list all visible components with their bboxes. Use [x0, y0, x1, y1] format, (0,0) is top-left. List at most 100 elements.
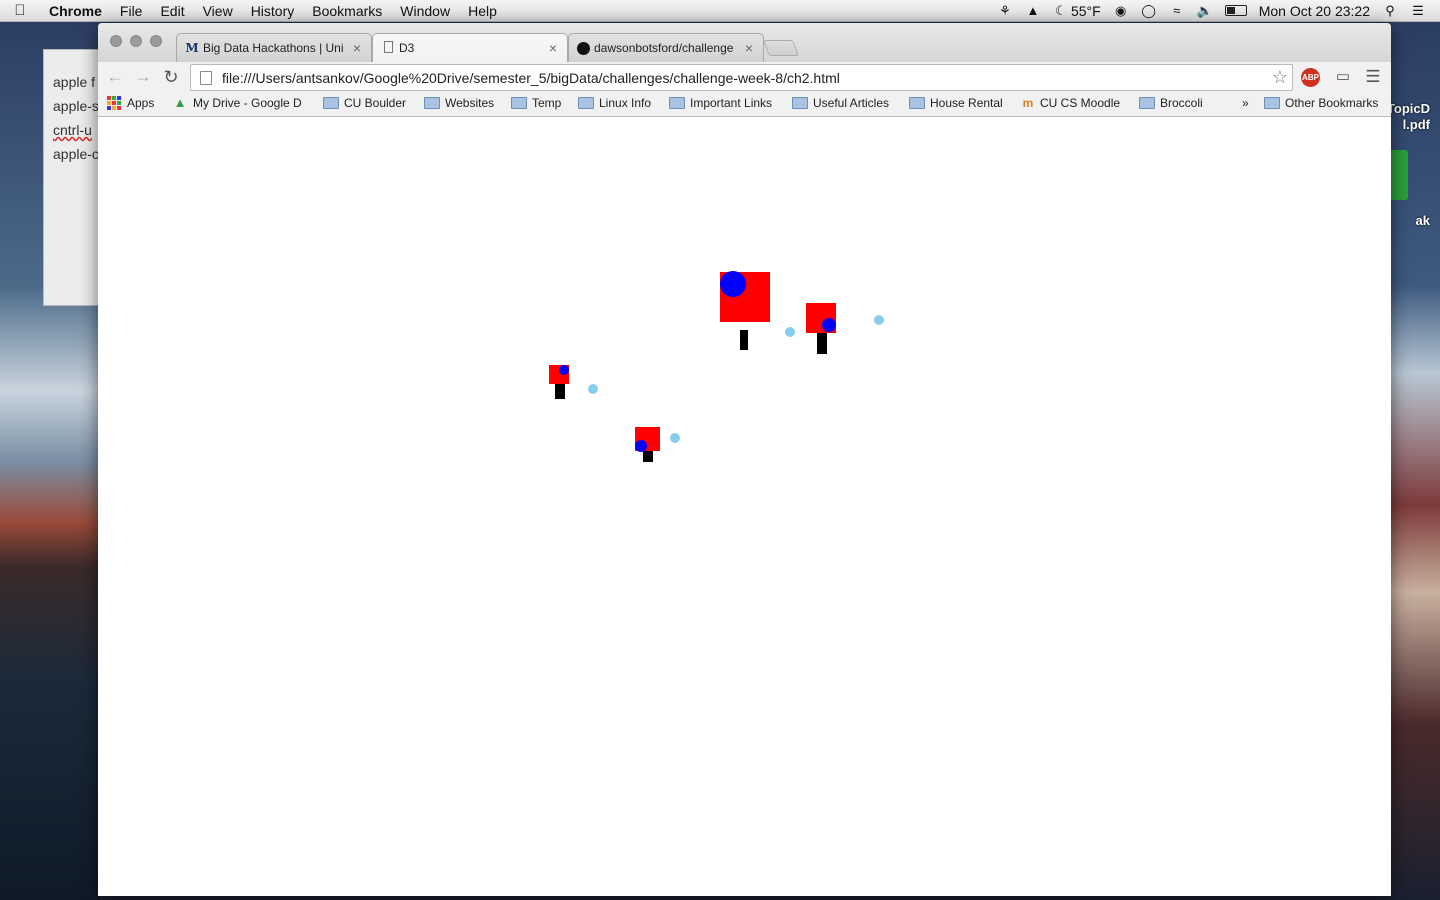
page-info-icon[interactable]: [200, 70, 212, 85]
apps-grid-icon: [107, 96, 121, 110]
bookmark-house-rental[interactable]: House Rental: [909, 96, 1003, 110]
menu-history[interactable]: History: [242, 3, 304, 19]
bookmark-star-icon[interactable]: ☆: [1268, 67, 1292, 88]
tab-big-data-hackathons[interactable]: M Big Data Hackathons | Uni ×: [176, 33, 372, 62]
adblock-plus-icon[interactable]: ABP: [1301, 68, 1320, 87]
tab-title: D3: [399, 41, 415, 55]
forward-arrow-icon[interactable]: →: [132, 66, 154, 88]
folder-icon: [511, 97, 527, 109]
bookmark-important-links[interactable]: Important Links: [669, 96, 772, 110]
battery-icon[interactable]: [1224, 5, 1247, 16]
folder-icon: [323, 97, 339, 109]
bookmark-label: Apps: [127, 96, 155, 110]
window-minimize-button[interactable]: [130, 35, 142, 47]
window-close-button[interactable]: [110, 35, 122, 47]
stem-rect: [740, 330, 748, 350]
stem-rect: [643, 450, 653, 462]
stem-rect: [817, 332, 827, 354]
shield-status-icon[interactable]: ◯: [1141, 3, 1157, 18]
medium-m-icon: M: [185, 41, 199, 55]
bookmark-label: My Drive - Google D: [193, 96, 302, 110]
folder-icon: [792, 97, 808, 109]
github-icon: [577, 41, 590, 55]
window-zoom-button[interactable]: [150, 35, 162, 47]
mac-menubar:  Chrome File Edit View History Bookmark…: [0, 0, 1440, 22]
bookmark-label: Useful Articles: [813, 96, 890, 110]
bookmark-label: Websites: [445, 96, 495, 110]
bookmark-websites[interactable]: Websites: [424, 96, 494, 110]
blue-circle: [720, 271, 746, 297]
menu-bookmarks[interactable]: Bookmarks: [303, 3, 391, 19]
folder-icon: [578, 97, 594, 109]
notification-bell-icon[interactable]: ⚘: [997, 3, 1013, 18]
bookmark-label: Broccoli: [1160, 96, 1203, 110]
bookmark-other-bookmarks[interactable]: Other Bookmarks: [1264, 96, 1378, 110]
bookmarks-overflow-chevron-icon[interactable]: »: [1242, 96, 1249, 110]
notification-center-icon[interactable]: ☰: [1410, 3, 1426, 18]
cast-icon[interactable]: ▭: [1332, 66, 1354, 88]
tab-close-icon[interactable]: ×: [547, 40, 559, 56]
bookmark-label: CU Boulder: [344, 96, 407, 110]
browser-toolbar: ← → ↻ file:///Users/antsankov/Google%20D…: [98, 62, 1391, 92]
folder-icon: [1139, 97, 1155, 109]
note-line: apple f: [53, 74, 96, 90]
tab-title: dawsonbotsford/challenge: [594, 41, 734, 55]
bookmark-label: Temp: [532, 96, 562, 110]
d3-svg-canvas: [549, 271, 884, 462]
light-blue-dot: [874, 315, 884, 325]
blue-circle: [635, 440, 647, 452]
reload-icon[interactable]: ↻: [160, 66, 182, 88]
bookmark-cu-cs-moodle[interactable]: m CU CS Moodle: [1020, 96, 1120, 110]
tab-d3[interactable]: D3 ×: [372, 33, 568, 62]
address-bar[interactable]: file:///Users/antsankov/Google%20Drive/s…: [190, 64, 1293, 91]
moon-icon: ☾: [1055, 2, 1067, 18]
google-drive-status-icon[interactable]: ▲: [1025, 3, 1041, 18]
page-icon: [381, 41, 395, 55]
url-text[interactable]: file:///Users/antsankov/Google%20Drive/s…: [222, 70, 1268, 86]
page-content: [98, 118, 1391, 896]
menu-window[interactable]: Window: [391, 3, 459, 19]
volume-icon[interactable]: 🔈: [1197, 3, 1213, 18]
menu-edit[interactable]: Edit: [151, 3, 193, 19]
bookmark-cu-boulder[interactable]: CU Boulder: [323, 96, 406, 110]
clock-datetime[interactable]: Mon Oct 20 23:22: [1259, 3, 1370, 19]
chrome-menu-icon[interactable]: ☰: [1362, 66, 1384, 88]
note-line: cntrl-u: [53, 122, 92, 138]
tab-close-icon[interactable]: ×: [351, 40, 363, 56]
menu-file[interactable]: File: [111, 3, 152, 19]
bookmark-useful-articles[interactable]: Useful Articles: [792, 96, 889, 110]
back-arrow-icon[interactable]: ←: [104, 66, 126, 88]
bookmark-broccoli[interactable]: Broccoli: [1139, 96, 1203, 110]
tab-title: Big Data Hackathons | Uni: [203, 41, 344, 55]
bookmark-label: CU CS Moodle: [1040, 96, 1121, 110]
temperature-label: 55°F: [1070, 2, 1101, 19]
desktop-label: ak: [1415, 213, 1430, 228]
app-menu[interactable]: Chrome: [40, 3, 111, 19]
apple-menu-icon[interactable]: : [0, 2, 40, 19]
note-line: apple-c: [53, 146, 99, 162]
bookmark-linux-info[interactable]: Linux Info: [578, 96, 651, 110]
folder-icon: [669, 97, 685, 109]
wifi-icon[interactable]: ≈: [1169, 3, 1185, 18]
headphones-icon[interactable]: ◉: [1113, 3, 1129, 18]
chrome-window: M Big Data Hackathons | Uni × D3 × dawso…: [98, 23, 1391, 896]
note-line: apple-s: [53, 98, 99, 114]
bookmark-label: Linux Info: [599, 96, 652, 110]
menu-help[interactable]: Help: [459, 3, 506, 19]
bookmark-my-drive[interactable]: ▲ My Drive - Google D: [172, 96, 307, 110]
tab-github-challenge[interactable]: dawsonbotsford/challenge ×: [568, 33, 764, 62]
spotlight-search-icon[interactable]: ⚲: [1382, 3, 1398, 18]
new-tab-button[interactable]: [763, 40, 799, 56]
menu-view[interactable]: View: [194, 3, 242, 19]
bookmark-temp[interactable]: Temp: [511, 96, 561, 110]
bookmarks-bar: Apps ▲ My Drive - Google D CU Boulder We…: [98, 92, 1391, 117]
weather-status[interactable]: ☾ 55°F: [1053, 3, 1101, 19]
desktop-file-label[interactable]: l.pdf: [1403, 117, 1430, 132]
bookmark-label: Other Bookmarks: [1285, 96, 1379, 110]
tab-close-icon[interactable]: ×: [743, 40, 755, 56]
blue-circle: [822, 318, 836, 332]
bookmark-apps[interactable]: Apps: [107, 96, 154, 110]
stem-rect: [555, 383, 565, 399]
tab-strip: M Big Data Hackathons | Uni × D3 × dawso…: [98, 23, 1391, 62]
desktop-file-label[interactable]: TopicD: [1387, 101, 1430, 116]
